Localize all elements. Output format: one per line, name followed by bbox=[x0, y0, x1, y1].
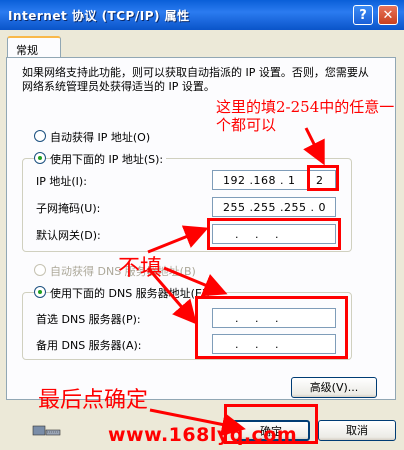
ip-note-line2: 个都可以 bbox=[216, 116, 277, 134]
confirm-note: 最后点确定 bbox=[38, 388, 149, 413]
no-fill-note: 不填 bbox=[118, 256, 163, 281]
website-watermark: www.168lyq.com bbox=[108, 424, 298, 446]
